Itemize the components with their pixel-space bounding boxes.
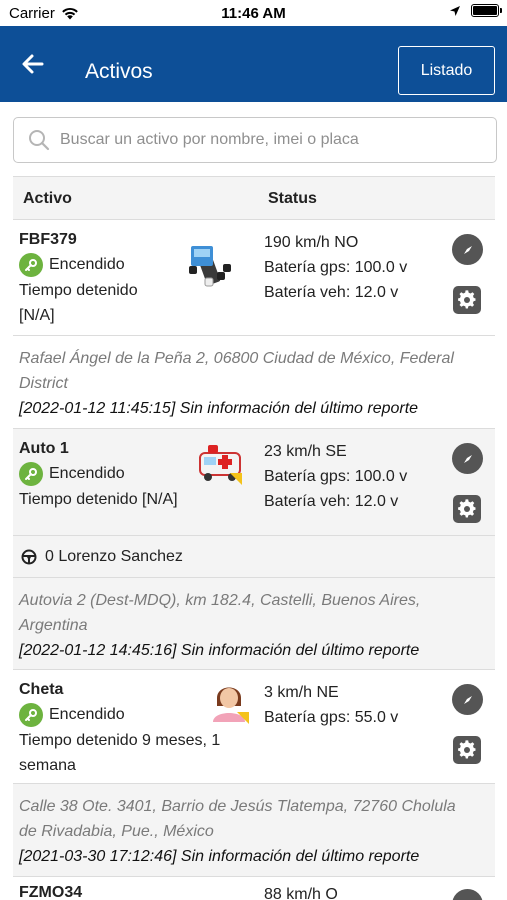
- truck-icon: [189, 246, 231, 287]
- stopped-time: Tiempo detenido 9 meses, 1: [19, 732, 221, 749]
- search-input[interactable]: [60, 131, 480, 149]
- speed-direction: 190 km/h NO: [264, 234, 359, 251]
- arrow-left-icon: [22, 54, 44, 74]
- search-icon: [29, 130, 50, 151]
- gps-battery: Batería gps: 100.0 v: [264, 259, 408, 276]
- address-line: Autovia 2 (Dest-MDQ), km 182.4, Castelli…: [19, 592, 421, 609]
- ignition-status: Encendido: [19, 462, 125, 486]
- asset-name: Auto 1: [19, 440, 69, 457]
- table-header: Activo Status: [13, 176, 495, 220]
- asset-row[interactable]: FZMO34 88 km/h O: [13, 877, 495, 900]
- speed-direction: 88 km/h O: [264, 886, 338, 900]
- battery-icon: [471, 4, 502, 17]
- address-line: District: [19, 375, 68, 392]
- asset-address: Rafael Ángel de la Peña 2, 06800 Ciudad …: [13, 336, 495, 429]
- asset-name: FZMO34: [19, 884, 83, 900]
- compass-icon: [463, 454, 472, 463]
- location-arrow-icon: [450, 5, 460, 16]
- asset-address: Calle 38 Ote. 3401, Barrio de Jesús Tlat…: [13, 784, 495, 877]
- driver-row: 0 Lorenzo Sanchez: [13, 536, 495, 578]
- compass-icon: [463, 695, 472, 704]
- person-icon: [213, 687, 249, 724]
- ambulance-icon: [199, 445, 242, 485]
- navigate-button[interactable]: [452, 889, 483, 900]
- compass-icon: [463, 245, 472, 254]
- stopped-time: Tiempo detenido: [19, 282, 138, 299]
- driver-name: 0 Lorenzo Sanchez: [45, 548, 183, 565]
- speed-direction: 3 km/h NE: [264, 684, 339, 701]
- search-box[interactable]: [13, 117, 497, 163]
- column-header-asset: Activo: [23, 190, 72, 207]
- listado-button[interactable]: Listado: [398, 46, 495, 95]
- address-line: de Rivadabia, Pue., México: [19, 823, 214, 840]
- asset-name: FBF379: [19, 231, 77, 248]
- stopped-time: Tiempo detenido [N/A]: [19, 491, 178, 508]
- speed-direction: 23 km/h SE: [264, 443, 347, 460]
- settings-button[interactable]: [453, 736, 481, 764]
- settings-button[interactable]: [453, 286, 481, 314]
- compass-icon: [459, 896, 477, 900]
- back-button[interactable]: [18, 50, 50, 78]
- ignition-status: Encendido: [19, 253, 125, 277]
- asset-row[interactable]: FBF379 Encendido Tiempo detenido [N/A] 1…: [13, 220, 495, 336]
- key-icon: [19, 462, 43, 486]
- vehicle-battery: Batería veh: 12.0 v: [264, 284, 399, 301]
- clock: 11:46 AM: [221, 5, 286, 22]
- address-line: Argentina: [19, 617, 88, 634]
- assets-table: Activo Status FBF379 Encendido Tiempo de…: [13, 176, 495, 900]
- column-header-status: Status: [268, 190, 317, 207]
- stopped-time-value: [N/A]: [19, 307, 55, 324]
- navigate-button[interactable]: [452, 234, 483, 265]
- address-line: Calle 38 Ote. 3401, Barrio de Jesús Tlat…: [19, 798, 456, 815]
- asset-name: Cheta: [19, 681, 64, 698]
- key-icon: [19, 703, 43, 727]
- last-report: [2022-01-12 14:45:16] Sin información de…: [19, 642, 420, 659]
- stopped-time-value: semana: [19, 757, 76, 774]
- asset-row[interactable]: Auto 1 Encendido Tiempo detenido [N/A] 2…: [13, 429, 495, 536]
- asset-address: Autovia 2 (Dest-MDQ), km 182.4, Castelli…: [13, 578, 495, 670]
- gps-battery: Batería gps: 55.0 v: [264, 709, 399, 726]
- gps-battery: Batería gps: 100.0 v: [264, 468, 408, 485]
- navigate-button[interactable]: [452, 443, 483, 474]
- status-bar: Carrier 11:46 AM: [0, 0, 507, 26]
- app-header: Activos Listado: [0, 26, 507, 102]
- gear-icon: [458, 740, 476, 759]
- settings-button[interactable]: [453, 495, 481, 523]
- last-report: [2021-03-30 17:12:46] Sin información de…: [19, 848, 420, 865]
- last-report: [2022-01-12 11:45:15] Sin información de…: [19, 400, 419, 417]
- steering-wheel-icon: [21, 549, 37, 565]
- ignition-status: Encendido: [19, 703, 125, 727]
- gear-icon: [458, 499, 476, 518]
- asset-row[interactable]: Cheta Encendido Tiempo detenido 9 meses,…: [13, 670, 495, 784]
- gear-icon: [458, 290, 476, 309]
- vehicle-battery: Batería veh: 12.0 v: [264, 493, 399, 510]
- key-icon: [19, 253, 43, 277]
- address-line: Rafael Ángel de la Peña 2, 06800 Ciudad …: [19, 350, 454, 367]
- navigate-button[interactable]: [452, 684, 483, 715]
- page-title: Activos: [85, 60, 153, 83]
